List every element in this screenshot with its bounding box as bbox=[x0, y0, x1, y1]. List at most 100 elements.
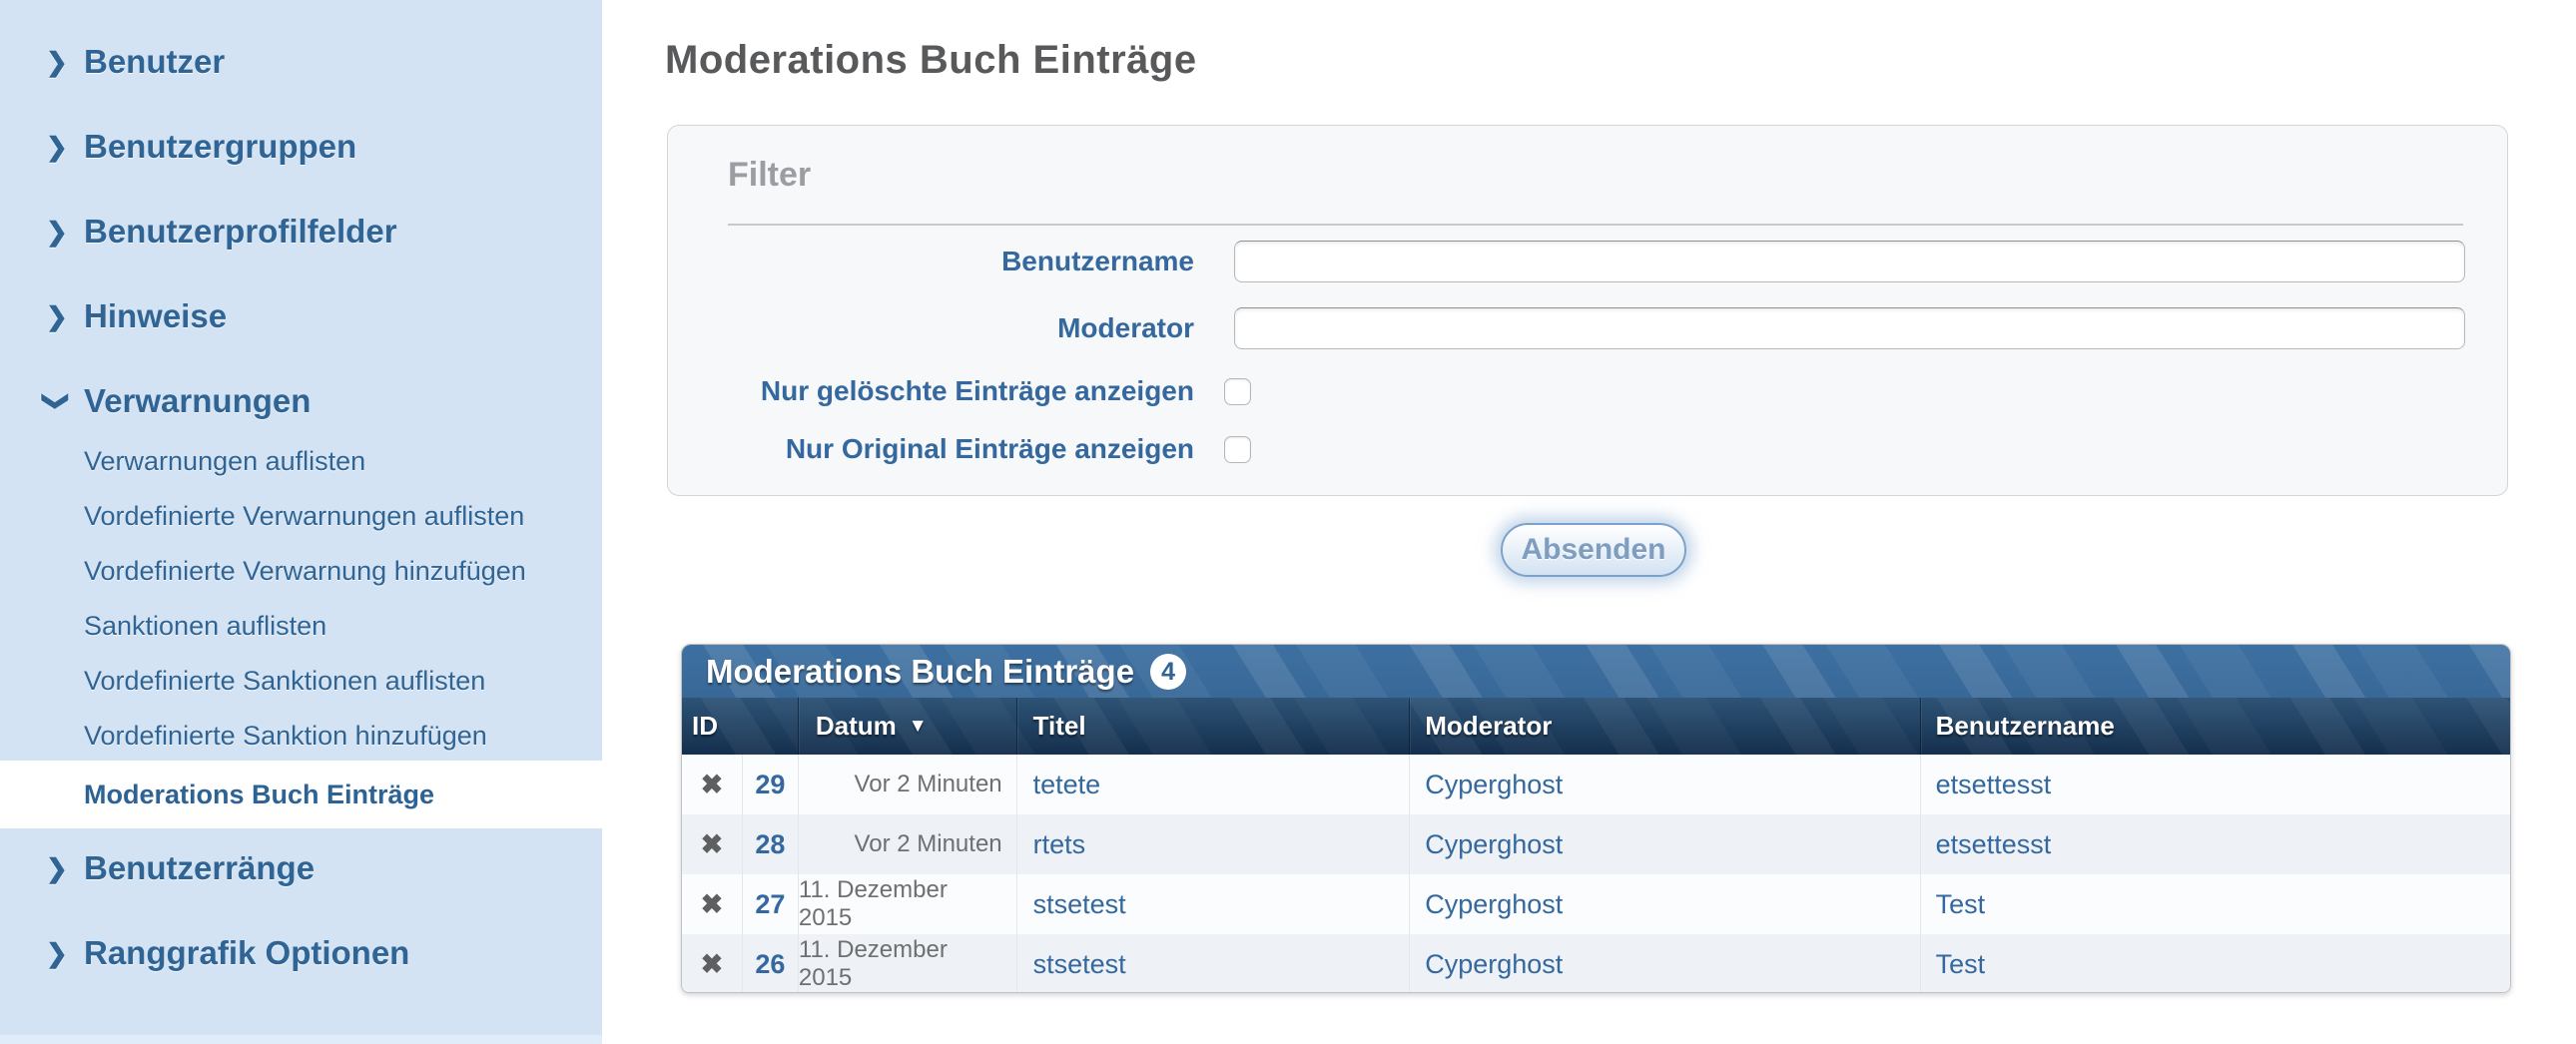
id-cell: 29 bbox=[742, 755, 798, 814]
absenden-button[interactable]: Absenden bbox=[1501, 523, 1686, 577]
titel-link[interactable]: stsetest bbox=[1033, 889, 1126, 920]
sidebar-item-label: Vordefinierte Verwarnungen auflisten bbox=[0, 498, 602, 534]
filter-row-original: Nur Original Einträge anzeigen bbox=[668, 435, 2507, 463]
sidebar-item-moderations-buch-eintraege[interactable]: Moderations Buch Einträge bbox=[0, 761, 609, 828]
datum-cell: Vor 2 Minuten bbox=[798, 814, 1016, 874]
column-header-datum[interactable]: Datum ▼ bbox=[798, 698, 1016, 755]
benutzername-label: Benutzername bbox=[668, 246, 1194, 277]
sidebar-item-verwarnungen[interactable]: ❯ Verwarnungen bbox=[0, 381, 602, 421]
original-eintraege-checkbox[interactable] bbox=[1224, 436, 1251, 463]
sort-desc-icon: ▼ bbox=[909, 716, 928, 738]
datum-cell: Vor 2 Minuten bbox=[798, 755, 1016, 814]
sidebar-item-label: Verwarnungen bbox=[0, 381, 602, 421]
table-row: ✖ 29 Vor 2 Minuten tetete Cyperghost ets… bbox=[682, 755, 2510, 814]
titel-cell: tetete bbox=[1016, 755, 1410, 814]
datum-cell: 11. Dezember 2015 bbox=[798, 934, 1016, 993]
original-eintraege-label: Nur Original Einträge anzeigen bbox=[668, 433, 1194, 465]
id-cell: 28 bbox=[742, 814, 798, 874]
delete-icon[interactable]: ✖ bbox=[701, 889, 724, 920]
delete-icon[interactable]: ✖ bbox=[701, 949, 724, 980]
column-header-id[interactable]: ID bbox=[682, 698, 798, 755]
moderation-log-table: Moderations Buch Einträge 4 ID Datum ▼ T… bbox=[681, 644, 2511, 993]
benutzername-cell: etsettesst bbox=[1920, 814, 2510, 874]
sidebar-item-label: Benutzer bbox=[0, 42, 602, 82]
moderator-link[interactable]: Cyperghost bbox=[1425, 889, 1563, 920]
sidebar-item-vordefinierte-sanktion-hinzufuegen[interactable]: Vordefinierte Sanktion hinzufügen bbox=[0, 718, 602, 754]
chevron-right-icon: ❯ bbox=[46, 933, 68, 973]
sidebar-item-label: Vordefinierte Sanktion hinzufügen bbox=[0, 718, 602, 754]
geloeschte-eintraege-label: Nur gelöschte Einträge anzeigen bbox=[668, 375, 1194, 407]
sidebar-item-label: Ranggrafik Optionen bbox=[0, 933, 602, 973]
sidebar-bottom-strip bbox=[0, 1035, 602, 1044]
moderator-cell: Cyperghost bbox=[1409, 874, 1919, 934]
chevron-right-icon: ❯ bbox=[46, 848, 68, 888]
datum-cell: 11. Dezember 2015 bbox=[798, 874, 1016, 934]
benutzername-link[interactable]: etsettesst bbox=[1936, 829, 2052, 860]
delete-icon[interactable]: ✖ bbox=[701, 770, 724, 800]
delete-cell: ✖ bbox=[682, 934, 742, 993]
benutzername-link[interactable]: etsettesst bbox=[1936, 770, 2052, 800]
sidebar-item-vordefinierte-sanktionen-auflisten[interactable]: Vordefinierte Sanktionen auflisten bbox=[0, 663, 602, 699]
sidebar-item-benutzer[interactable]: ❯ Benutzer bbox=[0, 42, 602, 82]
sidebar-item-benutzergruppen[interactable]: ❯ Benutzergruppen bbox=[0, 127, 602, 167]
sidebar-item-hinweise[interactable]: ❯ Hinweise bbox=[0, 296, 602, 336]
titel-cell: stsetest bbox=[1016, 934, 1410, 993]
titel-link[interactable]: rtets bbox=[1033, 829, 1086, 860]
chevron-right-icon: ❯ bbox=[46, 296, 68, 336]
sidebar-item-label: Verwarnungen auflisten bbox=[0, 443, 602, 479]
chevron-down-icon: ❯ bbox=[37, 390, 77, 412]
sidebar-item-label: Benutzergruppen bbox=[0, 127, 602, 167]
moderator-link[interactable]: Cyperghost bbox=[1425, 770, 1563, 800]
table-title: Moderations Buch Einträge bbox=[706, 653, 1134, 691]
filter-row-moderator: Moderator bbox=[668, 307, 2507, 349]
table-row: ✖ 26 11. Dezember 2015 stsetest Cypergho… bbox=[682, 934, 2510, 993]
sidebar-item-label: Vordefinierte Verwarnung hinzufügen bbox=[0, 553, 602, 589]
titel-link[interactable]: tetete bbox=[1033, 770, 1101, 800]
column-header-moderator[interactable]: Moderator bbox=[1409, 698, 1919, 755]
sidebar-item-sanktionen-auflisten[interactable]: Sanktionen auflisten bbox=[0, 608, 602, 644]
chevron-right-icon: ❯ bbox=[46, 212, 68, 252]
sidebar-item-vordefinierte-verwarnung-hinzufuegen[interactable]: Vordefinierte Verwarnung hinzufügen bbox=[0, 553, 602, 589]
titel-cell: rtets bbox=[1016, 814, 1410, 874]
column-header-benutzername[interactable]: Benutzername bbox=[1920, 698, 2510, 755]
filter-row-benutzername: Benutzername bbox=[668, 241, 2507, 282]
sidebar-item-label: Hinweise bbox=[0, 296, 602, 336]
delete-cell: ✖ bbox=[682, 874, 742, 934]
filter-heading: Filter bbox=[728, 156, 811, 195]
sidebar-item-vordefinierte-verwarnungen-auflisten[interactable]: Vordefinierte Verwarnungen auflisten bbox=[0, 498, 602, 534]
sidebar-item-label: Vordefinierte Sanktionen auflisten bbox=[0, 663, 602, 699]
column-header-titel[interactable]: Titel bbox=[1016, 698, 1410, 755]
count-badge: 4 bbox=[1150, 654, 1186, 690]
table-title-bar: Moderations Buch Einträge 4 bbox=[682, 645, 2510, 698]
sidebar-item-label: Sanktionen auflisten bbox=[0, 608, 602, 644]
benutzername-link[interactable]: Test bbox=[1936, 949, 1986, 980]
sidebar-item-label: Benutzerränge bbox=[0, 848, 602, 888]
moderator-link[interactable]: Cyperghost bbox=[1425, 949, 1563, 980]
geloeschte-eintraege-checkbox[interactable] bbox=[1224, 378, 1251, 405]
sidebar-item-benutzerprofilfelder[interactable]: ❯ Benutzerprofilfelder bbox=[0, 212, 602, 252]
table-header-row: ID Datum ▼ Titel Moderator Benutzername bbox=[682, 698, 2510, 755]
moderator-cell: Cyperghost bbox=[1409, 814, 1919, 874]
delete-icon[interactable]: ✖ bbox=[701, 829, 724, 860]
sidebar-item-verwarnungen-auflisten[interactable]: Verwarnungen auflisten bbox=[0, 443, 602, 479]
benutzername-input[interactable] bbox=[1234, 241, 2465, 282]
chevron-right-icon: ❯ bbox=[46, 42, 68, 82]
sidebar-item-ranggrafik-optionen[interactable]: ❯ Ranggrafik Optionen bbox=[0, 933, 602, 973]
sidebar-item-benutzerraenge[interactable]: ❯ Benutzerränge bbox=[0, 848, 602, 888]
filter-divider bbox=[728, 224, 2463, 226]
moderator-cell: Cyperghost bbox=[1409, 755, 1919, 814]
benutzername-link[interactable]: Test bbox=[1936, 889, 1986, 920]
delete-cell: ✖ bbox=[682, 814, 742, 874]
benutzername-cell: Test bbox=[1920, 874, 2510, 934]
moderator-cell: Cyperghost bbox=[1409, 934, 1919, 993]
moderator-label: Moderator bbox=[668, 312, 1194, 344]
chevron-right-icon: ❯ bbox=[46, 127, 68, 167]
delete-cell: ✖ bbox=[682, 755, 742, 814]
moderator-input[interactable] bbox=[1234, 307, 2465, 349]
admin-sidebar: ❯ Benutzer ❯ Benutzergruppen ❯ Benutzerp… bbox=[0, 0, 602, 1044]
table-row: ✖ 28 Vor 2 Minuten rtets Cyperghost etse… bbox=[682, 814, 2510, 874]
moderator-link[interactable]: Cyperghost bbox=[1425, 829, 1563, 860]
id-cell: 26 bbox=[742, 934, 798, 993]
titel-link[interactable]: stsetest bbox=[1033, 949, 1126, 980]
sidebar-item-label: Benutzerprofilfelder bbox=[0, 212, 602, 252]
